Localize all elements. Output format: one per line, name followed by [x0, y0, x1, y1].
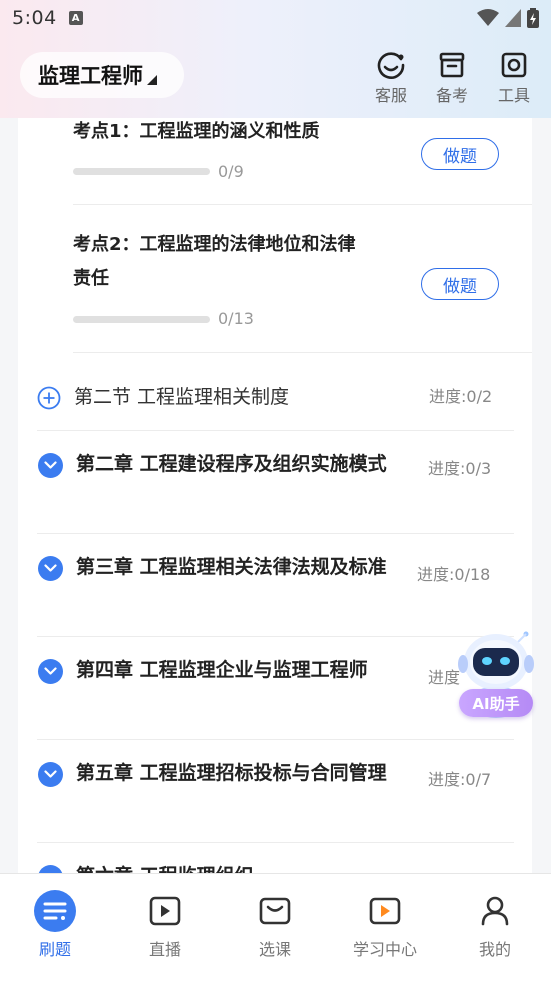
- knowledge-point-title: 考点2：工程监理的法律地位和法律责任: [73, 234, 356, 289]
- course-bag-icon: [259, 897, 291, 925]
- chapter-title: 第四章 工程监理企业与监理工程师: [76, 659, 368, 681]
- tab-live[interactable]: 直播: [125, 890, 205, 960]
- exam-title: 监理工程师: [38, 64, 143, 88]
- study-center-icon: [369, 897, 401, 925]
- progress-count: 0/9: [218, 162, 244, 181]
- tab-profile[interactable]: 我的: [455, 890, 535, 960]
- customer-service-label: 客服: [374, 86, 407, 105]
- practice-list-icon: [34, 890, 76, 932]
- wifi-icon: [477, 9, 499, 26]
- chapter-row[interactable]: 第四章 工程监理企业与监理工程师 进度: [18, 637, 532, 739]
- signal-icon: [505, 9, 521, 27]
- exam-selector[interactable]: 监理工程师: [20, 52, 184, 98]
- tab-label: 学习中心: [352, 940, 417, 959]
- customer-service-button[interactable]: 客服: [367, 50, 415, 108]
- tab-label: 选课: [258, 940, 291, 959]
- chapter-progress: 进度:0/7: [428, 770, 492, 789]
- chapter-title: 第五章 工程监理招标投标与合同管理: [76, 762, 387, 784]
- tab-label: 我的: [478, 940, 511, 959]
- app-header: 监理工程师 客服 备考 工具: [0, 50, 551, 110]
- chapter-title: 第六章 工程监理组织: [76, 861, 396, 873]
- section-title: 第二节 工程监理相关制度: [74, 386, 290, 408]
- bottom-tab-bar: 刷题 直播 选课 学习中心 我的: [0, 873, 551, 981]
- chapter-list: 考点1：工程监理的涵义和性质 0/9 做题 考点2：工程监理的法律地位和法律责任…: [18, 118, 532, 873]
- tab-courses[interactable]: 选课: [235, 890, 315, 960]
- exam-prep-button[interactable]: 备考: [428, 50, 476, 108]
- tools-button[interactable]: 工具: [490, 50, 538, 108]
- chapter-row[interactable]: 第二章 工程建设程序及组织实施模式 进度:0/3: [18, 431, 532, 533]
- tools-label: 工具: [497, 86, 530, 105]
- toolbox-icon: [501, 52, 527, 78]
- status-time: 5:04: [12, 7, 57, 29]
- exam-prep-label: 备考: [435, 86, 468, 105]
- ai-assistant-button[interactable]: AI助手: [459, 689, 533, 717]
- caret-down-icon: [147, 75, 157, 85]
- tab-practice[interactable]: 刷题: [15, 890, 95, 960]
- practice-button[interactable]: 做题: [421, 268, 499, 300]
- practice-button[interactable]: 做题: [421, 138, 499, 170]
- chapter-title: 第三章 工程监理相关法律法规及标准: [76, 556, 387, 578]
- profile-icon: [481, 896, 509, 926]
- status-bar: 5:04 A: [0, 0, 551, 36]
- section-progress: 进度:0/2: [429, 387, 493, 406]
- expand-plus-icon[interactable]: [37, 386, 61, 410]
- chevron-down-icon[interactable]: [38, 659, 63, 684]
- battery-icon: [527, 8, 539, 28]
- chapter-row[interactable]: 第五章 工程监理招标投标与合同管理 进度:0/7: [18, 740, 532, 842]
- archive-box-icon: [439, 52, 465, 78]
- progress-bar: [73, 316, 210, 323]
- customer-service-icon: [377, 52, 405, 79]
- knowledge-point-item[interactable]: 考点2：工程监理的法律地位和法律责任 0/13 做题: [18, 205, 532, 351]
- tab-study-center[interactable]: 学习中心: [345, 890, 425, 960]
- knowledge-point-title: 考点1：工程监理的涵义和性质: [73, 121, 320, 142]
- chapter-progress: 进度:0/18: [417, 565, 491, 584]
- chapter-progress: 进度:0/3: [428, 459, 492, 478]
- chevron-down-icon[interactable]: [38, 762, 63, 787]
- knowledge-point-item[interactable]: 考点1：工程监理的涵义和性质 0/9 做题: [18, 118, 532, 204]
- status-indicators: [477, 8, 539, 28]
- chevron-down-icon[interactable]: [38, 865, 63, 873]
- chevron-down-icon[interactable]: [38, 556, 63, 581]
- chapter-row[interactable]: 第三章 工程监理相关法律法规及标准 进度:0/18: [18, 534, 532, 636]
- section-row[interactable]: 第二节 工程监理相关制度 进度:0/2: [18, 358, 532, 436]
- divider: [73, 352, 532, 353]
- chevron-down-icon[interactable]: [38, 453, 63, 478]
- live-play-icon: [149, 896, 181, 926]
- tab-label: 刷题: [38, 940, 71, 959]
- notification-a-icon: A: [68, 11, 83, 25]
- tab-label: 直播: [148, 940, 181, 959]
- progress-count: 0/13: [218, 309, 254, 328]
- chapter-title: 第二章 工程建设程序及组织实施模式: [76, 453, 387, 475]
- chapter-row[interactable]: 第六章 工程监理组织: [18, 843, 532, 873]
- progress-bar: [73, 168, 210, 175]
